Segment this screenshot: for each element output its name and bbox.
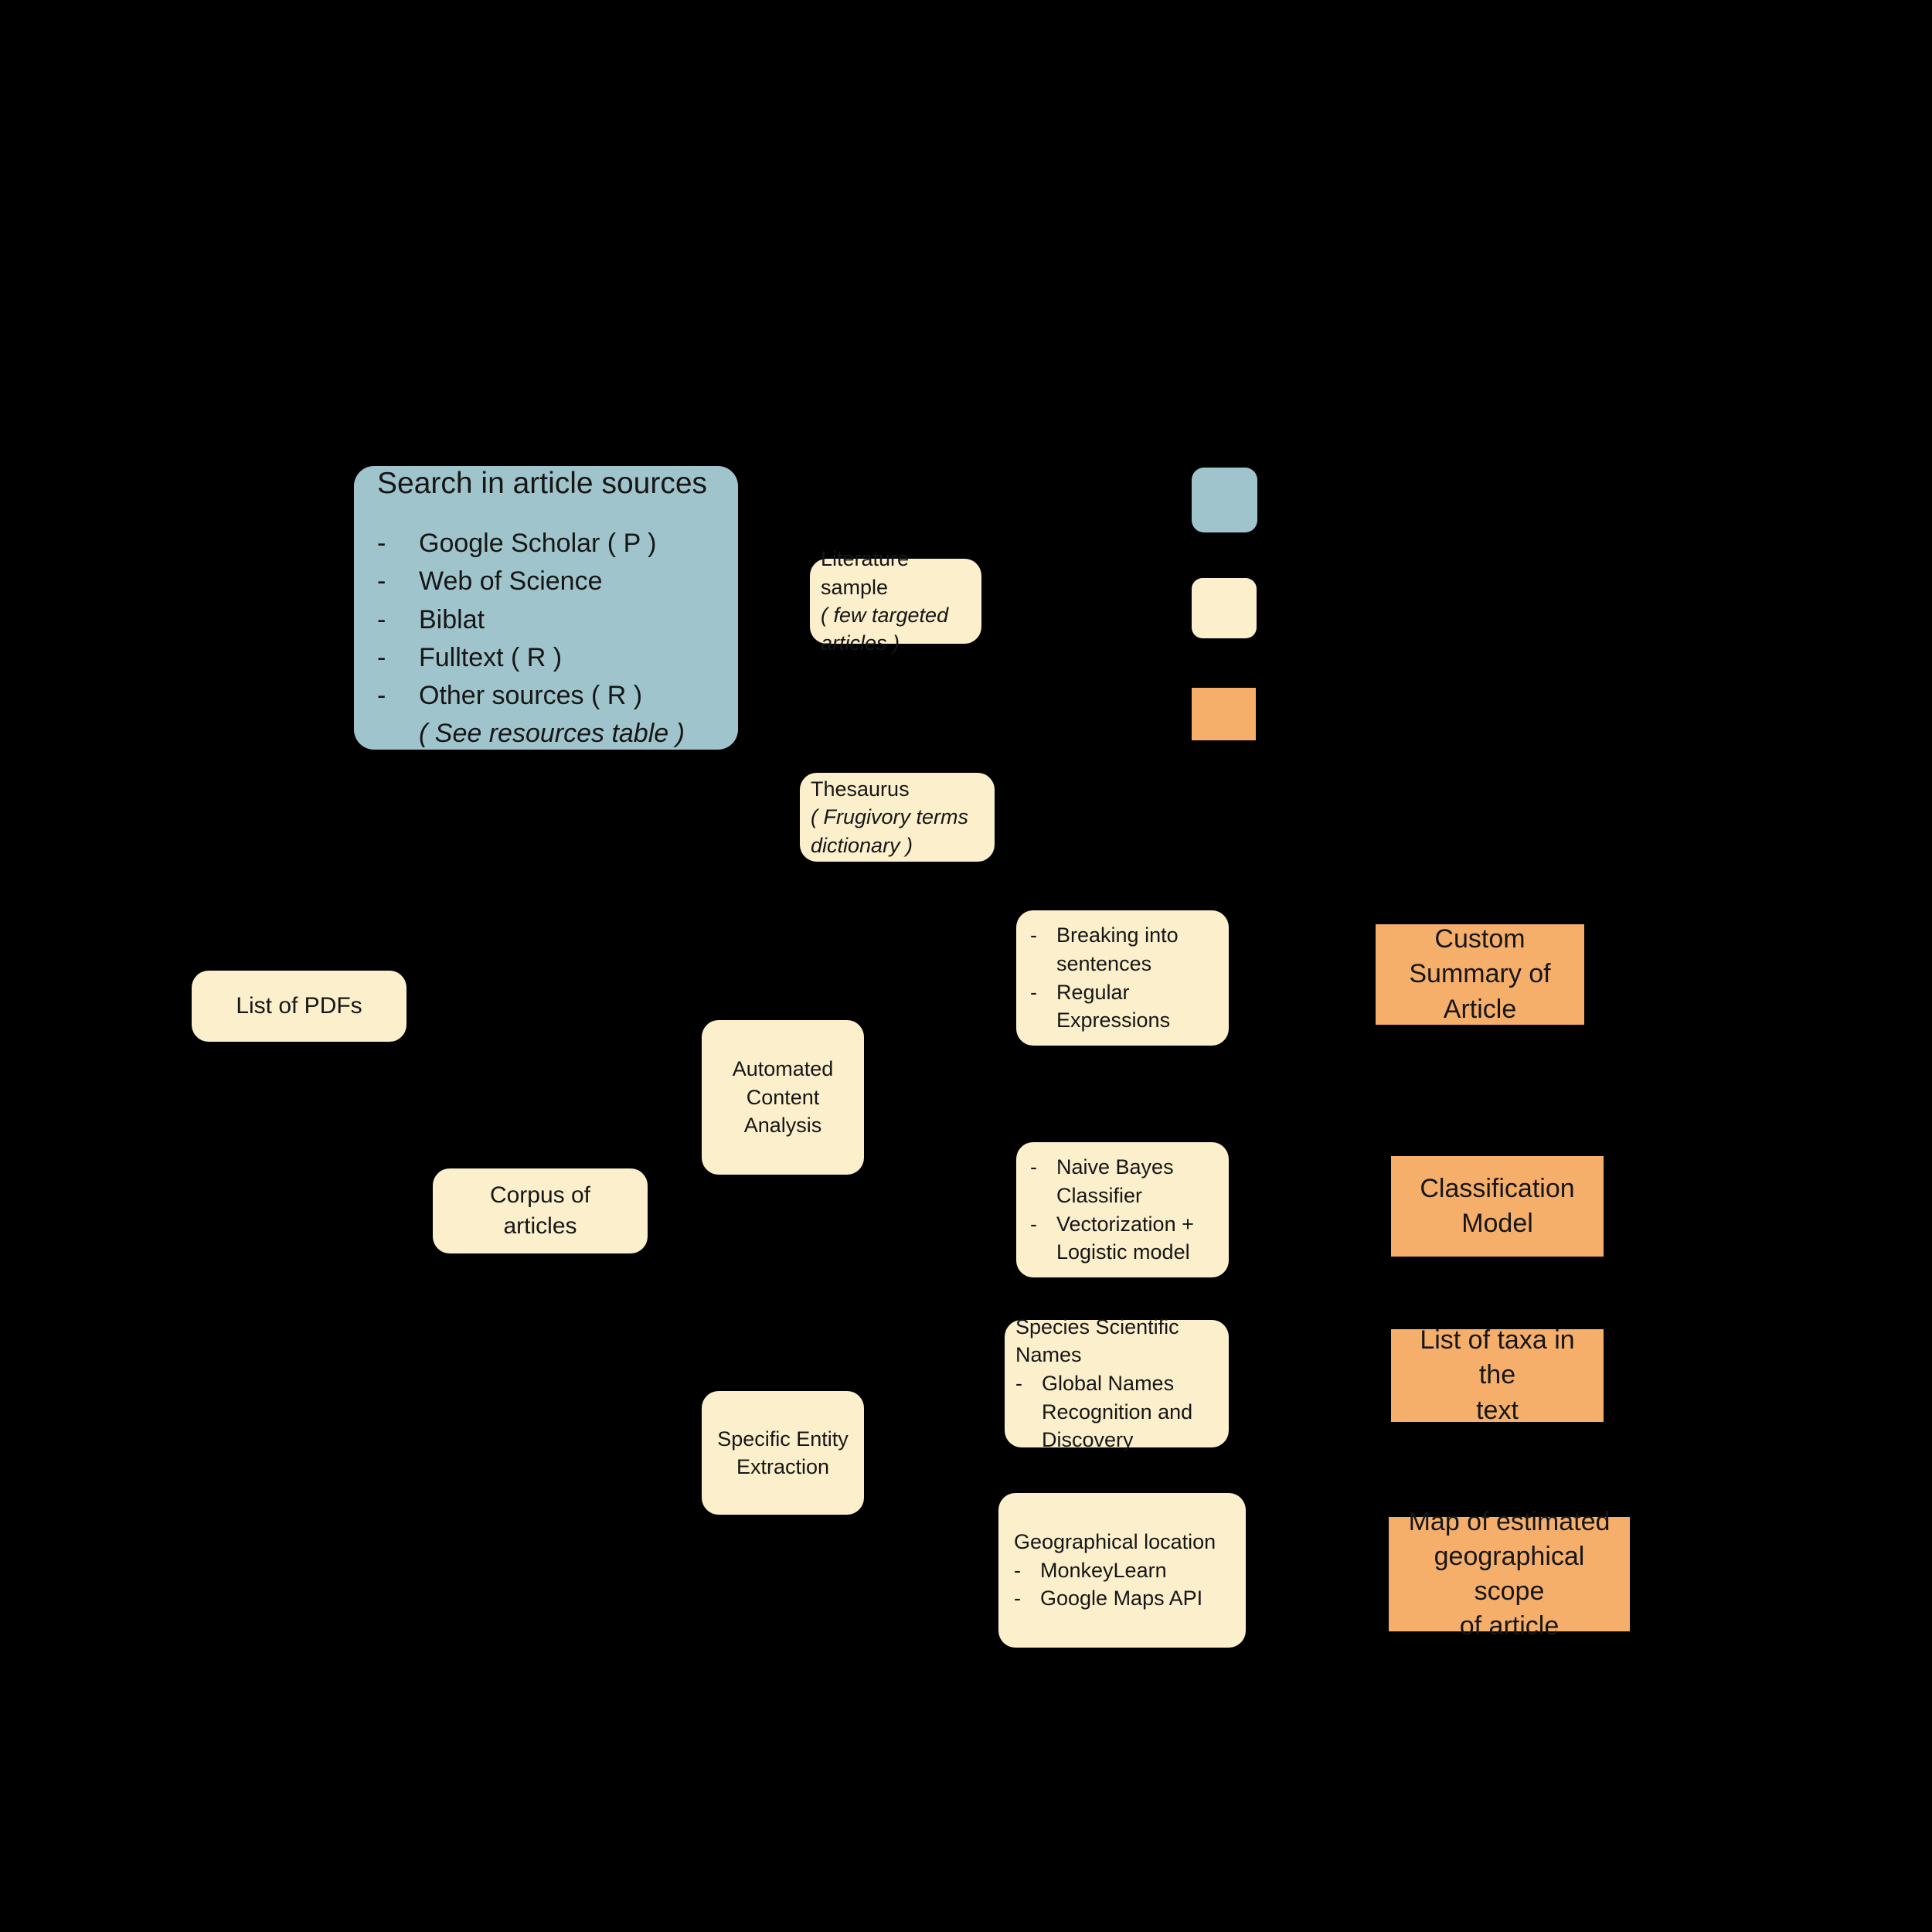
literature-sample-note1: ( few targeted	[821, 604, 949, 627]
classification-methods-list: - Naive Bayes Classifier - Vectorization …	[1030, 1153, 1215, 1267]
search-box-title: Search in article sources	[377, 467, 708, 501]
bullet-dash-icon: -	[377, 604, 386, 634]
classification-model-box[interactable]: Classification Model	[1391, 1156, 1604, 1257]
map-of-geographical-scope-box[interactable]: Map of estimated geographical scope of a…	[1389, 1507, 1630, 1641]
search-box-bullet-list: - Google Scholar ( P ) - Web of Science …	[377, 525, 715, 753]
list-of-taxa-line2: text	[1476, 1395, 1519, 1425]
custom-summary-of-article-box[interactable]: Custom Summary of Article	[1376, 924, 1584, 1025]
list-item: - Naive Bayes Classifier	[1030, 1153, 1215, 1209]
bullet-dash-icon: -	[1030, 1155, 1037, 1179]
species-heading-line2: Names	[1015, 1343, 1082, 1367]
corpus-of-articles-box[interactable]: Corpus of articles	[433, 1168, 648, 1253]
geo-heading-line1: Geographical location	[1014, 1530, 1216, 1554]
species-name-methods-box[interactable]: Species Scientific Names - Global Names R…	[1005, 1315, 1229, 1451]
search-in-article-sources-box[interactable]: Search in article sources - Google Schol…	[354, 466, 738, 750]
see-line2: Extraction	[736, 1455, 830, 1478]
classification-model-line1: Classification	[1420, 1173, 1575, 1203]
list-item: - Breaking into sentences	[1030, 921, 1215, 978]
map-scope-line2: geographical scope	[1434, 1541, 1585, 1606]
see-line1: Specific Entity	[717, 1427, 849, 1451]
legend-swatch-orange	[1192, 688, 1256, 740]
list-item: - Google Scholar ( P )	[377, 525, 715, 563]
map-scope-line3: of article	[1459, 1611, 1560, 1641]
bullet-dash-icon: -	[1030, 923, 1037, 947]
literature-sample-box[interactable]: Literature sample ( few targeted article…	[810, 547, 981, 655]
list-item: - Regular Expressions	[1030, 978, 1215, 1035]
summary-methods-list: - Breaking into sentences - Regular Expres…	[1030, 921, 1215, 1035]
bullet-dash-icon: -	[377, 642, 386, 672]
corpus-line2: articles	[503, 1213, 577, 1239]
bullet-dash-icon: -	[1014, 1587, 1021, 1611]
bullet-dash-icon: -	[377, 566, 386, 597]
list-item: - Other sources ( R )	[377, 677, 715, 715]
bullet-spacer	[377, 715, 419, 753]
custom-summary-line3: Article	[1443, 994, 1517, 1024]
literature-sample-line2: sample	[821, 575, 889, 599]
thesaurus-line1: Thesaurus	[811, 777, 910, 801]
legend-swatch-blue	[1192, 468, 1257, 532]
custom-summary-line1: Custom	[1434, 924, 1526, 954]
list-item: - Web of Science	[377, 563, 715, 600]
bullet-dash-icon: -	[1014, 1558, 1021, 1582]
legend-swatch-cream	[1192, 578, 1257, 638]
specific-entity-extraction-box[interactable]: Specific Entity Extraction	[702, 1391, 864, 1515]
species-heading-line1: Species Scientific	[1015, 1315, 1179, 1338]
species-name-methods-list: - Global Names Recognition and Discovery	[1015, 1369, 1218, 1454]
bullet-dash-icon: -	[1015, 1371, 1022, 1395]
custom-summary-line2: Summary of	[1409, 959, 1551, 989]
list-item: - Biblat	[377, 601, 715, 639]
list-of-pdfs-box[interactable]: List of PDFs	[192, 971, 406, 1042]
thesaurus-note2: dictionary )	[811, 833, 913, 857]
automated-content-analysis-box[interactable]: Automated Content Analysis	[702, 1020, 864, 1175]
list-item: - Vectorization + Logistic model	[1030, 1210, 1215, 1267]
classification-methods-box[interactable]: - Naive Bayes Classifier - Vectorization …	[1016, 1142, 1229, 1277]
bullet-dash-icon: -	[1030, 1212, 1037, 1236]
list-of-pdfs-label: List of PDFs	[236, 993, 362, 1019]
aca-line3: Analysis	[743, 1114, 822, 1138]
literature-sample-line1: Literature	[821, 547, 910, 571]
list-item-note: ( See resources table )	[377, 715, 715, 753]
map-scope-line1: Map of estimated	[1408, 1506, 1611, 1536]
aca-line2: Content	[746, 1085, 820, 1109]
literature-sample-note2: articles )	[821, 631, 900, 655]
list-item: - Fulltext ( R )	[377, 639, 715, 677]
list-item: - Google Maps API	[1014, 1584, 1230, 1613]
list-item: - Global Names Recognition and Discovery	[1015, 1369, 1218, 1454]
geographic-methods-box[interactable]: Geographical location - MonkeyLearn - Go…	[998, 1493, 1246, 1648]
corpus-line1: Corpus of	[489, 1182, 591, 1209]
list-of-taxa-line1: List of taxa in the	[1420, 1325, 1575, 1390]
bullet-dash-icon: -	[1030, 980, 1037, 1004]
thesaurus-box[interactable]: Thesaurus ( Frugivory terms dictionary )	[800, 773, 995, 862]
classification-model-line2: Model	[1461, 1209, 1533, 1238]
aca-line1: Automated	[732, 1057, 834, 1081]
summary-methods-box[interactable]: - Breaking into sentences - Regular Expres…	[1016, 910, 1229, 1046]
list-of-taxa-box[interactable]: List of taxa in the text	[1391, 1325, 1604, 1425]
thesaurus-note1: ( Frugivory terms	[811, 805, 969, 829]
bullet-dash-icon: -	[377, 528, 386, 558]
list-item: - MonkeyLearn	[1014, 1556, 1230, 1585]
diagram-canvas: Search in article sources - Google Schol…	[0, 0, 1932, 1932]
bullet-dash-icon: -	[377, 681, 386, 711]
geographic-methods-list: - MonkeyLearn - Google Maps API	[1014, 1556, 1230, 1613]
